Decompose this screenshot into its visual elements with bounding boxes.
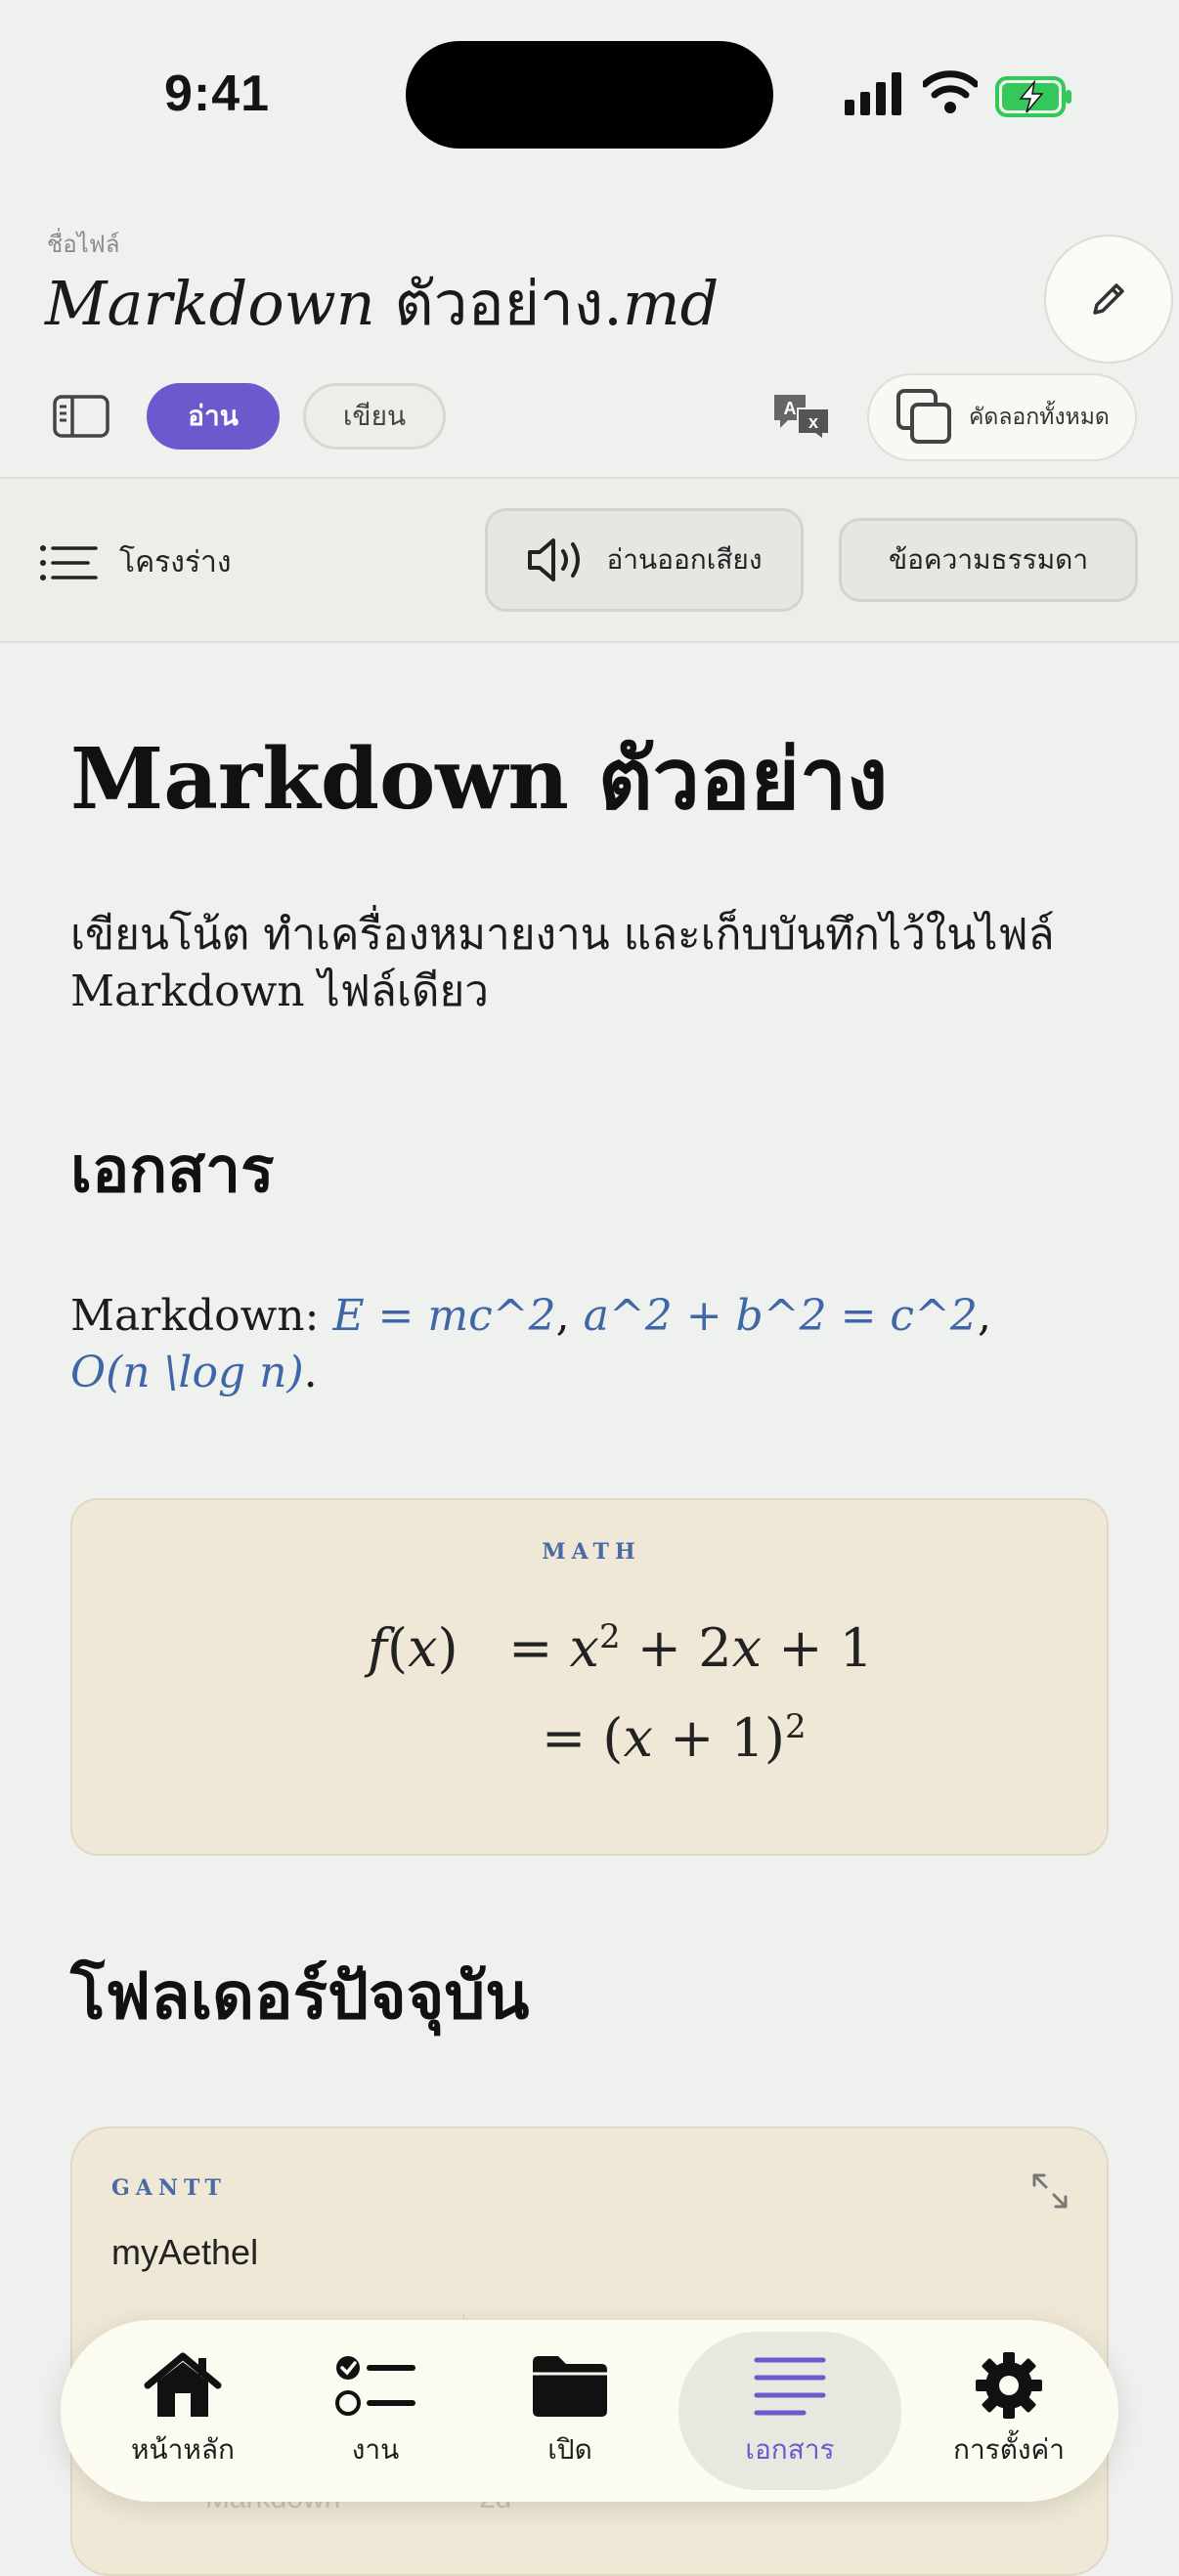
math-block: MATH f(x) = x2 + 2x + 1 = (x + 1)2 xyxy=(70,1498,1109,1856)
read-aloud-button[interactable]: อ่านออกเสียง xyxy=(485,508,804,612)
tab-open-label: เปิด xyxy=(547,2433,592,2466)
file-title[interactable]: Markdown ตัวอย่าง.md xyxy=(45,256,719,352)
gantt-title: myAethel xyxy=(111,2232,259,2272)
svg-text:A: A xyxy=(784,399,797,418)
checklist-icon xyxy=(335,2356,415,2416)
read-mode-tab[interactable]: อ่าน xyxy=(147,383,280,450)
gear-icon xyxy=(976,2352,1042,2419)
translate-icon[interactable]: A x xyxy=(770,391,833,442)
tab-home-label: หน้าหลัก xyxy=(131,2433,235,2466)
tab-documents-label: เอกสาร xyxy=(745,2433,835,2466)
bottom-tab-bar: หน้าหลัก งาน เปิด เอกสาร การตั้งค่า xyxy=(61,2320,1118,2502)
math-equation-line-2: = (x + 1)2 xyxy=(542,1707,807,1769)
tab-tasks[interactable]: งาน xyxy=(287,2320,463,2502)
status-time: 9:41 xyxy=(164,65,271,122)
subbar-divider xyxy=(0,641,1179,643)
document-heading-1: Markdown ตัวอย่าง xyxy=(70,730,889,829)
inline-math: a^2 + b^2 = c^2 xyxy=(583,1291,978,1341)
tab-settings[interactable]: การตั้งค่า xyxy=(921,2320,1097,2502)
wifi-icon xyxy=(923,70,978,113)
document-heading-documents: เอกสาร xyxy=(70,1135,275,1207)
outline-label: โครงร่าง xyxy=(119,545,232,580)
math-block-tag: MATH xyxy=(542,1539,641,1565)
copy-all-label: คัดลอกทั้งหมด xyxy=(969,405,1110,430)
edit-filename-button[interactable] xyxy=(1044,235,1173,364)
outline-button[interactable]: โครงร่าง xyxy=(39,539,232,585)
document-heading-current-folder: โฟลเดอร์ปัจจุบัน xyxy=(70,1958,530,2034)
tab-open[interactable]: เปิด xyxy=(487,2320,653,2502)
copy-all-button[interactable]: คัดลอกทั้งหมด xyxy=(867,373,1137,461)
document-paragraph-intro: เขียนโน้ต ทำเครื่องหมายงาน และเก็บบันทึก… xyxy=(70,910,1055,1016)
svg-text:x: x xyxy=(808,412,818,432)
tab-tasks-label: งาน xyxy=(351,2433,400,2466)
tab-home[interactable]: หน้าหลัก xyxy=(90,2320,276,2502)
folder-icon xyxy=(533,2356,607,2417)
document-lines-icon xyxy=(754,2357,826,2416)
math-equation-line-1: f(x) = x2 + 2x + 1 xyxy=(368,1617,873,1679)
read-aloud-label: อ่านออกเสียง xyxy=(606,543,763,576)
sidebar-toggle-icon[interactable] xyxy=(53,395,109,438)
copy-icon xyxy=(896,389,951,444)
speaker-icon xyxy=(528,538,581,581)
expand-icon[interactable] xyxy=(1030,2171,1070,2211)
tab-settings-label: การตั้งค่า xyxy=(952,2433,1066,2466)
tab-documents[interactable]: เอกสาร xyxy=(678,2320,901,2502)
gantt-block-tag: GANTT xyxy=(111,2175,227,2201)
document-paragraph-math: Markdown: E = mc^2, a^2 + b^2 = c^2, O(n… xyxy=(70,1291,991,1397)
battery-charging-icon xyxy=(995,76,1071,117)
pencil-icon xyxy=(1093,283,1124,315)
inline-math: O(n \log n) xyxy=(70,1348,304,1397)
inline-math: E = mc^2 xyxy=(332,1291,556,1341)
list-outline-icon xyxy=(40,544,98,580)
plain-text-button[interactable]: ข้อความธรรมดา xyxy=(839,518,1138,602)
house-icon xyxy=(144,2352,222,2417)
cellular-signal-icon xyxy=(845,72,901,115)
dynamic-island xyxy=(406,41,773,149)
write-mode-tab[interactable]: เขียน xyxy=(303,383,446,450)
